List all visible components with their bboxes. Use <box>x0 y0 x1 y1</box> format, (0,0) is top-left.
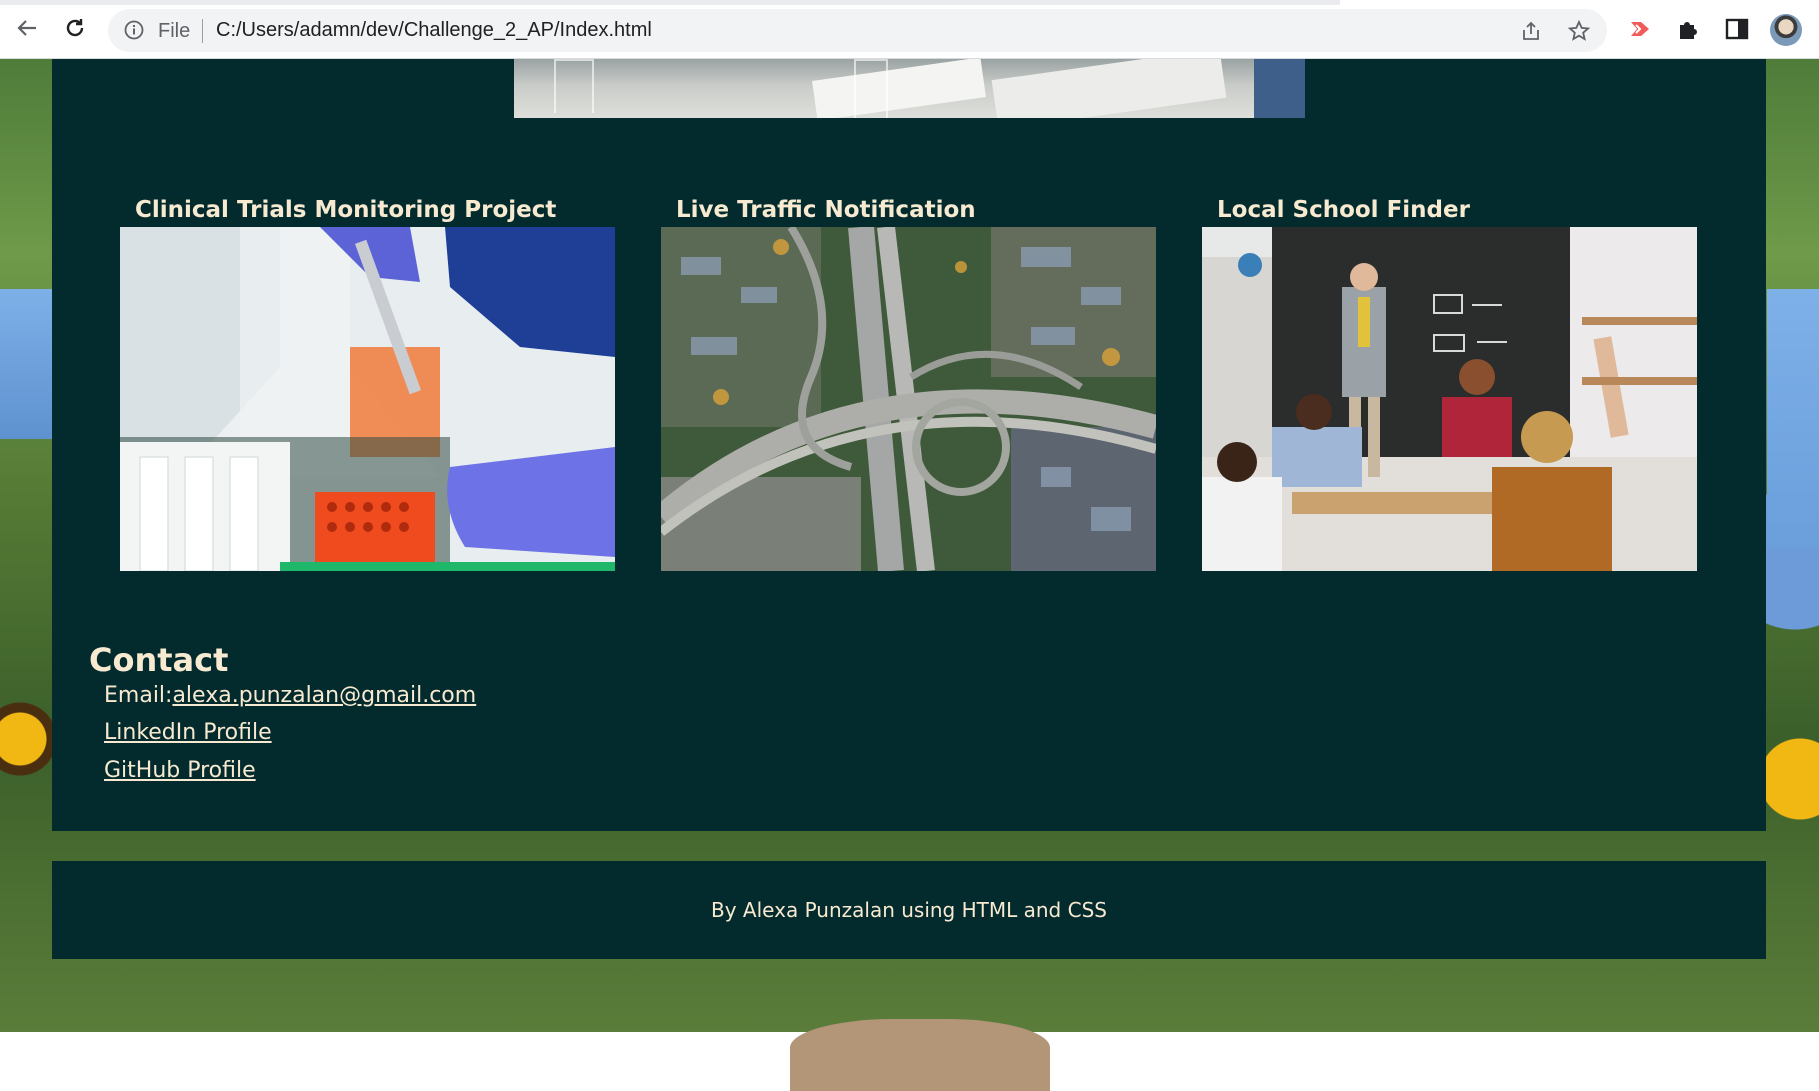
background-dirt-path <box>790 1019 1050 1091</box>
contact-email-line: Email:alexa.punzalan@gmail.com <box>104 683 476 708</box>
back-icon[interactable] <box>12 13 42 43</box>
background-sky-right <box>1767 289 1819 549</box>
profile-avatar[interactable] <box>1770 14 1802 46</box>
reload-icon[interactable] <box>60 13 90 43</box>
extension-red-icon[interactable] <box>1627 16 1653 42</box>
side-panel-icon[interactable] <box>1724 16 1750 42</box>
url-text[interactable]: C:/Users/adamn/dev/Challenge_2_AP/Index.… <box>216 19 652 42</box>
classroom-photo[interactable] <box>1202 227 1697 571</box>
puzzle-extensions-icon[interactable] <box>1676 16 1702 42</box>
address-bar[interactable]: File C:/Users/adamn/dev/Challenge_2_AP/I… <box>108 9 1607 52</box>
linkedin-profile-link[interactable]: LinkedIn Profile <box>104 720 272 745</box>
share-icon[interactable] <box>1520 20 1542 42</box>
background-sky-left <box>0 289 52 439</box>
browser-toolbar: File C:/Users/adamn/dev/Challenge_2_AP/I… <box>0 0 1819 59</box>
laboratory-pipette-photo[interactable] <box>120 227 615 571</box>
footer: By Alexa Punzalan using HTML and CSS <box>52 861 1766 959</box>
highway-interchange-aerial-photo[interactable] <box>661 227 1156 571</box>
bookmark-star-icon[interactable] <box>1567 19 1591 42</box>
project-title: Clinical Trials Monitoring Project <box>135 197 557 223</box>
github-profile-link[interactable]: GitHub Profile <box>104 758 256 783</box>
projects-contact-panel: Clinical Trials Monitoring Project Live … <box>52 59 1766 831</box>
contact-heading: Contact <box>89 641 229 679</box>
tab-strip-edge <box>0 0 1340 5</box>
info-icon[interactable] <box>124 20 144 40</box>
url-separator <box>202 19 203 43</box>
project-title: Live Traffic Notification <box>676 197 976 223</box>
email-label: Email: <box>104 683 173 708</box>
project-title: Local School Finder <box>1217 197 1470 223</box>
url-scheme-label: File <box>158 20 191 42</box>
footer-text: By Alexa Punzalan using HTML and CSS <box>711 898 1107 922</box>
hero-image-bottom <box>514 59 1305 118</box>
email-link[interactable]: alexa.punzalan@gmail.com <box>172 683 476 708</box>
